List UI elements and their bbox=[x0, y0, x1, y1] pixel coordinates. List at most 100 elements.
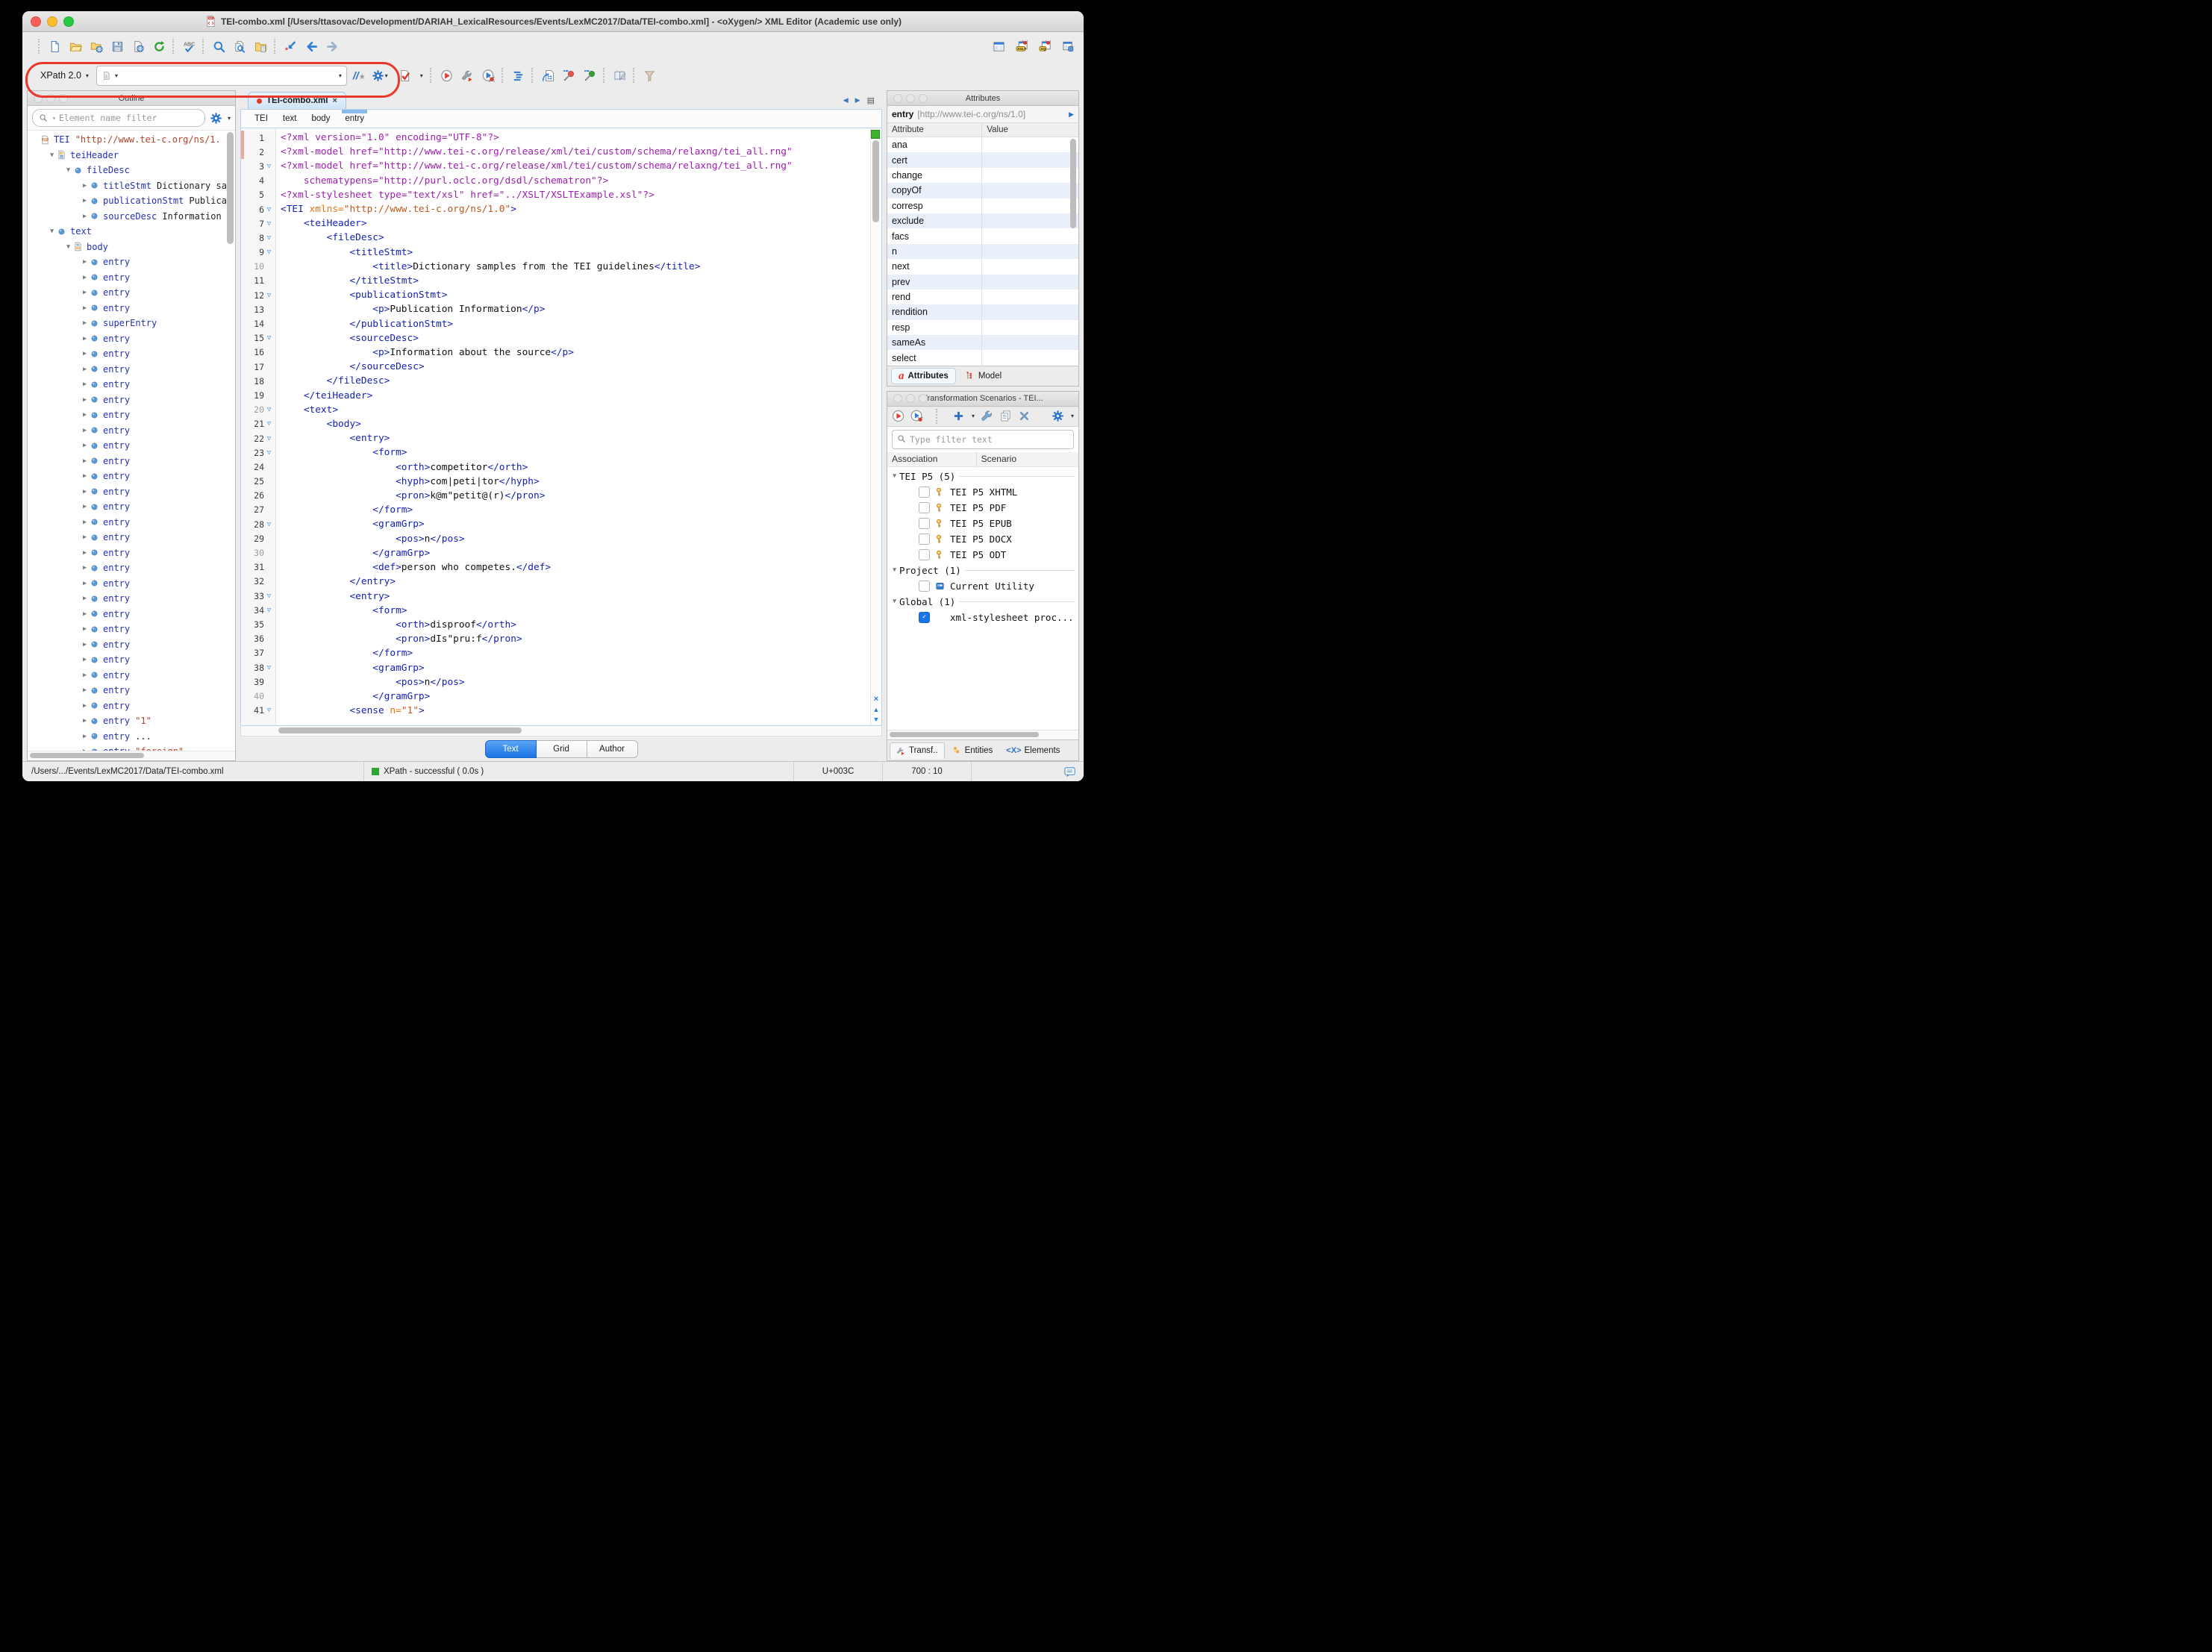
tab-attributes[interactable]: aAttributes bbox=[891, 368, 956, 384]
outline-tree-item[interactable]: ▶entry bbox=[28, 683, 235, 698]
outline-tree-item[interactable]: ▶entry bbox=[28, 607, 235, 622]
fold-toggle-icon[interactable]: ▽ bbox=[264, 206, 274, 213]
scrollbar-thumb[interactable] bbox=[278, 728, 522, 733]
outline-tree-item[interactable]: ▶entry bbox=[28, 499, 235, 515]
outline-tree-item[interactable]: ▶publicationStmtPublica bbox=[28, 193, 235, 209]
expand-icon[interactable]: ▶ bbox=[80, 274, 90, 281]
xpath-input[interactable]: ▾ ▾ bbox=[96, 66, 347, 86]
plus-button[interactable] bbox=[952, 410, 965, 422]
outline-tree-item[interactable]: ▶entry"1" bbox=[28, 713, 235, 729]
element-filter-input[interactable]: ▾ Element name filter bbox=[32, 109, 205, 127]
expand-icon[interactable]: ▶ bbox=[80, 625, 90, 633]
expand-icon[interactable]: ▶ bbox=[80, 733, 90, 740]
expand-icon[interactable]: ▶ bbox=[80, 381, 90, 388]
db-perspective-button[interactable] bbox=[1062, 40, 1075, 53]
minimize-window-button[interactable] bbox=[47, 16, 57, 27]
expand-icon[interactable]: ▶ bbox=[80, 686, 90, 694]
expand-icon[interactable]: ▶ bbox=[80, 472, 90, 480]
collapse-icon[interactable]: ▼ bbox=[890, 472, 899, 480]
outline-tree-item[interactable]: ▶entry bbox=[28, 668, 235, 683]
outline-tree-item[interactable]: ▶entry"foreign" bbox=[28, 744, 235, 751]
expand-icon[interactable]: ▶ bbox=[80, 213, 90, 220]
panel-circle-icon[interactable] bbox=[919, 394, 928, 403]
attribute-value[interactable] bbox=[982, 244, 1078, 259]
expand-icon[interactable]: ▶ bbox=[80, 702, 90, 710]
editor-hscrollbar[interactable] bbox=[240, 726, 882, 736]
breadcrumb-item-TEI[interactable]: TEI bbox=[254, 110, 268, 128]
fold-toggle-icon[interactable]: ▽ bbox=[264, 420, 274, 428]
editor-vscrollbar[interactable]: × ▲ ▼ bbox=[870, 128, 881, 725]
scrollbar-thumb[interactable] bbox=[227, 132, 234, 244]
expand-icon[interactable]: ▶ bbox=[80, 595, 90, 602]
expand-icon[interactable]: ▶ bbox=[80, 442, 90, 449]
validate-button[interactable] bbox=[399, 69, 411, 82]
doc-globe-button[interactable] bbox=[132, 40, 145, 53]
scrollbar-thumb[interactable] bbox=[1070, 139, 1076, 228]
last-edit-button[interactable]: * bbox=[284, 40, 297, 53]
feedback-chat-icon[interactable] bbox=[1063, 766, 1076, 778]
attribute-value[interactable] bbox=[982, 183, 1078, 198]
outline-tree-item[interactable]: ▶sourceDescInformation bbox=[28, 209, 235, 225]
expand-icon[interactable]: ▶ bbox=[80, 534, 90, 541]
attribute-row[interactable]: next bbox=[887, 259, 1078, 274]
chevron-down-icon[interactable]: ▾ bbox=[1071, 413, 1074, 419]
outline-tree-item[interactable]: TEITEI"http://www.tei-c.org/ns/1. bbox=[28, 132, 235, 148]
fold-toggle-icon[interactable]: ▽ bbox=[264, 234, 274, 242]
fold-toggle-icon[interactable]: ▽ bbox=[264, 521, 274, 528]
debug-xslt-button[interactable]: XSLT bbox=[1016, 40, 1028, 53]
outline-tree-item[interactable]: ▶entry bbox=[28, 270, 235, 286]
editor-tab[interactable]: TEI-combo.xml × bbox=[248, 92, 346, 109]
collapse-icon[interactable]: ▼ bbox=[47, 228, 57, 235]
scenario-checkbox[interactable] bbox=[919, 486, 930, 498]
scenario-checkbox[interactable] bbox=[919, 534, 930, 545]
xpath-execute-button[interactable]: // ★ bbox=[353, 69, 366, 81]
expand-icon[interactable]: ▶ bbox=[80, 488, 90, 495]
attribute-value[interactable] bbox=[982, 320, 1078, 335]
attribute-row[interactable]: select bbox=[887, 350, 1078, 365]
outline-tree-item[interactable]: ▶entry bbox=[28, 576, 235, 592]
chevron-down-icon[interactable]: ▾ bbox=[972, 413, 975, 419]
outline-tree-item[interactable]: ▶entry bbox=[28, 377, 235, 392]
scenario-item[interactable]: Current Utility bbox=[887, 578, 1078, 594]
expand-icon[interactable]: ▶ bbox=[80, 411, 90, 419]
find-in-files-button[interactable] bbox=[234, 40, 246, 53]
debug-xq-button[interactable]: XQ bbox=[1039, 40, 1052, 53]
run-button[interactable] bbox=[440, 69, 453, 82]
scenarios-hscrollbar[interactable] bbox=[887, 730, 1078, 739]
attribute-value[interactable] bbox=[982, 137, 1078, 152]
attribute-value[interactable] bbox=[982, 350, 1078, 365]
expand-icon[interactable]: ▶ bbox=[80, 427, 90, 434]
outline-tree-item[interactable]: ▶entry... bbox=[28, 729, 235, 745]
forward-button[interactable] bbox=[326, 40, 339, 53]
outline-tree-item[interactable]: ▶titleStmtDictionary sa bbox=[28, 178, 235, 194]
outline-tree-item[interactable]: ▶entry bbox=[28, 454, 235, 469]
attribute-row[interactable]: resp bbox=[887, 320, 1078, 335]
attribute-row[interactable]: cert bbox=[887, 152, 1078, 167]
attribute-row[interactable]: sameAs bbox=[887, 335, 1078, 350]
zoom-window-button[interactable] bbox=[63, 16, 74, 27]
fold-toggle-icon[interactable]: ▽ bbox=[264, 707, 274, 714]
next-result-icon[interactable]: ▼ bbox=[873, 716, 880, 723]
attribute-row[interactable]: corresp bbox=[887, 198, 1078, 213]
expand-icon[interactable]: ▶ bbox=[80, 656, 90, 663]
previous-tab-icon[interactable]: ◀ bbox=[843, 96, 849, 104]
tab-entities[interactable]: Entities bbox=[946, 742, 999, 758]
fold-toggle-icon[interactable]: ▽ bbox=[264, 292, 274, 299]
fold-toggle-icon[interactable]: ▽ bbox=[264, 607, 274, 614]
view-tab-text[interactable]: Text bbox=[485, 740, 537, 758]
expand-icon[interactable]: ▶ bbox=[80, 580, 90, 587]
pin-green-button[interactable] bbox=[584, 69, 596, 82]
format-indent-button[interactable] bbox=[512, 69, 525, 82]
scenario-checkbox[interactable] bbox=[919, 518, 930, 529]
expand-icon[interactable]: ▶ bbox=[80, 503, 90, 510]
scrollbar-thumb[interactable] bbox=[30, 753, 144, 758]
scrollbar-thumb[interactable] bbox=[872, 140, 879, 222]
scrollbar-thumb[interactable] bbox=[890, 732, 1039, 737]
attribute-row[interactable]: rend bbox=[887, 290, 1078, 304]
expand-icon[interactable]: ▶ bbox=[80, 641, 90, 648]
expand-icon[interactable]: ▶ bbox=[80, 717, 90, 725]
attribute-row[interactable]: prev bbox=[887, 275, 1078, 290]
spell-check-button[interactable]: ABC bbox=[183, 40, 196, 53]
outline-tree-item[interactable]: ▶entry bbox=[28, 254, 235, 270]
code-editor[interactable]: <?xml version="1.0" encoding="UTF-8"?><?… bbox=[276, 128, 870, 725]
